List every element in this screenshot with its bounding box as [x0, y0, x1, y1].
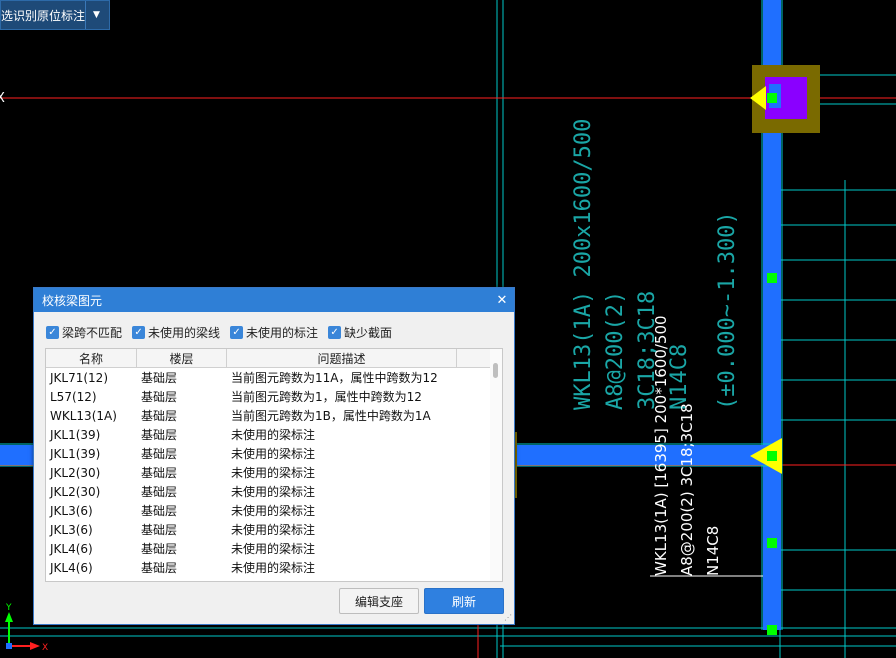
cell-floor: 基础层	[141, 409, 178, 423]
axis-y-label: Y	[5, 603, 12, 613]
annotation-line: WKL13(1A) 200x1600/500	[571, 119, 596, 410]
cell-floor: 基础层	[141, 561, 178, 575]
cell-floor: 基础层	[141, 523, 178, 537]
table-row[interactable]: WKL13(1A) 基础层 当前图元跨数为1B，属性中跨数为1A	[46, 406, 502, 425]
cell-name: L57(12)	[50, 389, 97, 404]
table-row[interactable]: JKL3(6) 基础层 未使用的梁标注	[46, 501, 502, 520]
left-mark: X	[0, 91, 5, 106]
scrollbar-thumb[interactable]	[493, 363, 498, 378]
table-body: JKL71(12) 基础层 当前图元跨数为11A，属性中跨数为12 L57(12) 基础…	[46, 368, 502, 577]
node-marker	[767, 451, 777, 461]
cell-name: JKL4(6)	[50, 541, 93, 556]
table-row[interactable]: JKL3(6) 基础层 未使用的梁标注	[46, 520, 502, 539]
cell-description: 当前图元跨数为1B，属性中跨数为1A	[231, 409, 431, 423]
annotation-line: A8@200(2) 3C18;3C18	[678, 403, 696, 576]
close-icon[interactable]: ✕	[490, 288, 514, 312]
table-row[interactable]: JKL71(12) 基础层 当前图元跨数为11A，属性中跨数为12	[46, 368, 502, 387]
cell-floor: 基础层	[141, 504, 178, 518]
table-row[interactable]: JKL2(30) 基础层 未使用的梁标注	[46, 463, 502, 482]
checkbox-missing-section[interactable]: ✓ 缺少截面	[328, 324, 392, 341]
annotation-line: A8@200(2)	[603, 291, 628, 410]
annotation-line: (±0.000~-1.300)	[715, 211, 740, 410]
cell-description: 当前图元跨数为11A，属性中跨数为12	[231, 371, 438, 385]
checkbox-span-mismatch[interactable]: ✓ 梁跨不匹配	[46, 324, 122, 341]
cell-name: JKL1(39)	[50, 427, 101, 442]
resize-grip-icon[interactable]: ⋰	[504, 613, 512, 622]
check-beam-dialog: 校核梁图元 ✕ ✓ 梁跨不匹配 ✓ 未使用的梁线 ✓ 未使用的标注 ✓ 缺少截面…	[33, 287, 515, 625]
horizontal-beam-right[interactable]	[515, 445, 780, 465]
annotation-line: N14C8	[667, 344, 692, 410]
checkbox-checked-icon[interactable]: ✓	[132, 326, 146, 339]
cell-name: JKL4(6)	[50, 560, 93, 575]
cell-floor: 基础层	[141, 428, 178, 442]
cell-description: 未使用的梁标注	[231, 504, 316, 518]
table-header: 名称 楼层 问题描述	[46, 349, 502, 368]
annotation-line: N14C8	[704, 526, 722, 576]
filter-checkboxes: ✓ 梁跨不匹配 ✓ 未使用的梁线 ✓ 未使用的标注 ✓ 缺少截面	[46, 324, 392, 341]
cell-name: JKL2(30)	[50, 465, 101, 480]
cell-description: 未使用的梁标注	[231, 466, 316, 480]
column-header-name[interactable]: 名称	[46, 349, 137, 367]
cell-description: 未使用的梁标注	[231, 523, 316, 537]
cell-description: 未使用的梁标注	[231, 428, 316, 442]
recognize-annotation-label: 选识别原位标注	[1, 8, 85, 23]
cell-name: JKL3(6)	[50, 522, 93, 537]
column-header-floor[interactable]: 楼层	[137, 349, 227, 367]
annotation-line: WKL13(1A) [16395] 200*1600/500	[652, 315, 670, 576]
table-row[interactable]: JKL1(39) 基础层 未使用的梁标注	[46, 425, 502, 444]
checkbox-checked-icon[interactable]: ✓	[46, 326, 59, 339]
dialog-title: 校核梁图元	[42, 293, 103, 308]
table-scrollbar[interactable]	[490, 349, 502, 581]
cell-floor: 基础层	[141, 466, 178, 480]
column-header-description[interactable]: 问题描述	[227, 349, 457, 367]
table-row[interactable]: JKL4(6) 基础层 未使用的梁标注	[46, 539, 502, 558]
table-row[interactable]: JKL1(39) 基础层 未使用的梁标注	[46, 444, 502, 463]
edit-support-button[interactable]: 编辑支座	[339, 588, 419, 614]
cell-name: JKL2(30)	[50, 484, 101, 499]
cell-description: 当前图元跨数为1，属性中跨数为12	[231, 390, 422, 404]
checkbox-label: 梁跨不匹配	[62, 326, 123, 340]
cell-floor: 基础层	[141, 542, 178, 556]
cell-name: JKL3(6)	[50, 503, 93, 518]
checkbox-label: 未使用的标注	[246, 326, 319, 340]
checkbox-label: 未使用的梁线	[148, 326, 221, 340]
checkbox-unused-beam-line[interactable]: ✓ 未使用的梁线	[132, 324, 220, 341]
table-row[interactable]: JKL2(30) 基础层 未使用的梁标注	[46, 482, 502, 501]
cell-floor: 基础层	[141, 447, 178, 461]
node-marker	[767, 625, 777, 635]
recognize-annotation-button[interactable]: 选识别原位标注 ▼	[0, 0, 110, 30]
cell-floor: 基础层	[141, 485, 178, 499]
axis-x-label: X	[42, 643, 48, 653]
table-row[interactable]: L57(12) 基础层 当前图元跨数为1，属性中跨数为12	[46, 387, 502, 406]
cell-name: WKL13(1A)	[50, 408, 117, 423]
cell-description: 未使用的梁标注	[231, 561, 316, 575]
refresh-button[interactable]: 刷新	[424, 588, 504, 614]
dropdown-arrow-icon[interactable]: ▼	[85, 1, 107, 29]
table-row[interactable]: JKL4(6) 基础层 未使用的梁标注	[46, 558, 502, 577]
cell-name: JKL1(39)	[50, 446, 101, 461]
checkbox-checked-icon[interactable]: ✓	[328, 326, 342, 339]
cell-floor: 基础层	[141, 371, 178, 385]
cell-floor: 基础层	[141, 390, 178, 404]
dialog-titlebar[interactable]: 校核梁图元 ✕	[34, 288, 514, 312]
cell-name: JKL71(12)	[50, 370, 108, 385]
checkbox-unused-annotation[interactable]: ✓ 未使用的标注	[230, 324, 318, 341]
node-marker	[767, 538, 777, 548]
node-marker	[767, 273, 777, 283]
cell-description: 未使用的梁标注	[231, 447, 316, 461]
checkbox-checked-icon[interactable]: ✓	[230, 326, 244, 339]
node-marker	[767, 93, 777, 103]
cell-description: 未使用的梁标注	[231, 542, 316, 556]
cell-description: 未使用的梁标注	[231, 485, 316, 499]
issue-table[interactable]: 名称 楼层 问题描述 JKL71(12) 基础层 当前图元跨数为11A，属性中跨数为…	[45, 348, 503, 582]
checkbox-label: 缺少截面	[344, 326, 393, 340]
